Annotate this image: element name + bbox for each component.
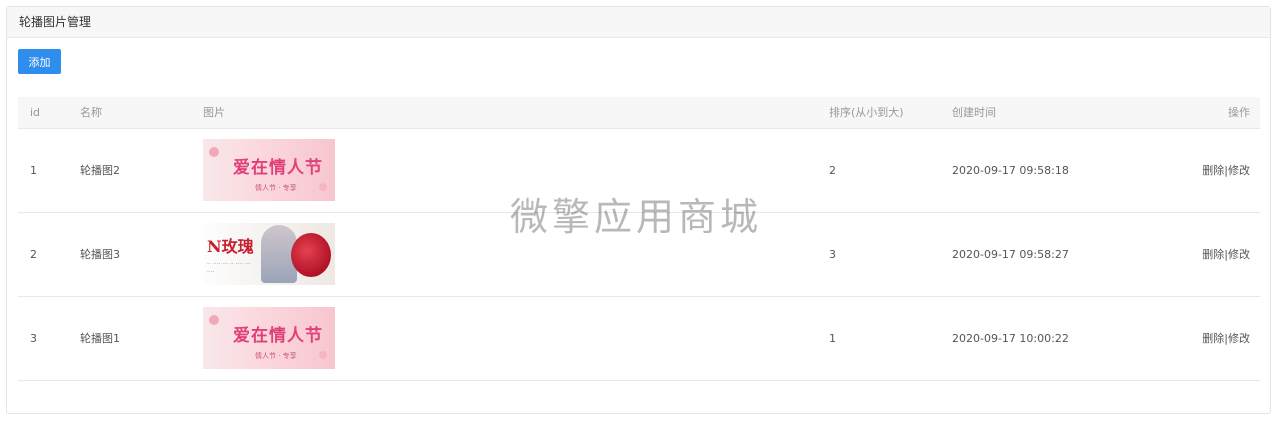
cell-actions: 删除|修改 [1140, 212, 1260, 297]
header-actions: 操作 [1228, 106, 1250, 120]
header-name: 名称 [80, 106, 102, 120]
table-row: 3 轮播图1 爱在情人节 情人节 · 专享 1 2020-09-17 10:00… [18, 296, 1260, 381]
cell-id: 2 [18, 212, 68, 297]
cell-image: 爱在情人节 情人节 · 专享 [191, 296, 817, 381]
cell-actions: 删除|修改 [1140, 127, 1260, 213]
table-row: 1 轮播图2 爱在情人节 情人节 · 专享 2 2020-09-17 09:58… [18, 127, 1260, 213]
panel-title: 轮播图片管理 [7, 7, 1270, 38]
banner-management-panel: 轮播图片管理 添加 id 名称 图片 排序(从小到大) 创建时间 操作 1 轮播… [6, 6, 1271, 414]
header-sort: 排序(从小到大) [829, 106, 904, 120]
cell-created: 2020-09-17 10:00:22 [940, 296, 1140, 381]
header-image: 图片 [203, 106, 225, 120]
delete-link[interactable]: 删除 [1202, 248, 1224, 261]
cell-name: 轮播图3 [68, 212, 191, 297]
edit-link[interactable]: 修改 [1228, 164, 1250, 177]
cell-name: 轮播图2 [68, 127, 191, 213]
cell-actions: 删除|修改 [1140, 296, 1260, 381]
edit-link[interactable]: 修改 [1228, 332, 1250, 345]
banner-thumbnail: N玫瑰 ·· ···· ··· ·· ···· ··· ···· [203, 223, 335, 285]
delete-link[interactable]: 删除 [1202, 164, 1224, 177]
banner-table: id 名称 图片 排序(从小到大) 创建时间 操作 1 轮播图2 爱在情人节 情… [18, 97, 1260, 381]
banner-thumbnail: 爱在情人节 情人节 · 专享 [203, 139, 335, 201]
add-button[interactable]: 添加 [18, 49, 61, 74]
cell-image: 爱在情人节 情人节 · 专享 [191, 127, 817, 213]
table-header-row: id 名称 图片 排序(从小到大) 创建时间 操作 [18, 97, 1260, 128]
header-id: id [30, 105, 41, 119]
delete-link[interactable]: 删除 [1202, 332, 1224, 345]
banner-thumbnail: 爱在情人节 情人节 · 专享 [203, 307, 335, 369]
table-row: 2 轮播图3 N玫瑰 ·· ···· ··· ·· ···· ··· ···· … [18, 212, 1260, 297]
cell-id: 3 [18, 296, 68, 381]
cell-image: N玫瑰 ·· ···· ··· ·· ···· ··· ···· [191, 212, 817, 297]
cell-created: 2020-09-17 09:58:18 [940, 127, 1140, 213]
header-created: 创建时间 [952, 106, 996, 120]
edit-link[interactable]: 修改 [1228, 248, 1250, 261]
cell-id: 1 [18, 127, 68, 213]
cell-sort: 1 [817, 296, 940, 381]
cell-sort: 3 [817, 212, 940, 297]
cell-name: 轮播图1 [68, 296, 191, 381]
cell-created: 2020-09-17 09:58:27 [940, 212, 1140, 297]
cell-sort: 2 [817, 127, 940, 213]
